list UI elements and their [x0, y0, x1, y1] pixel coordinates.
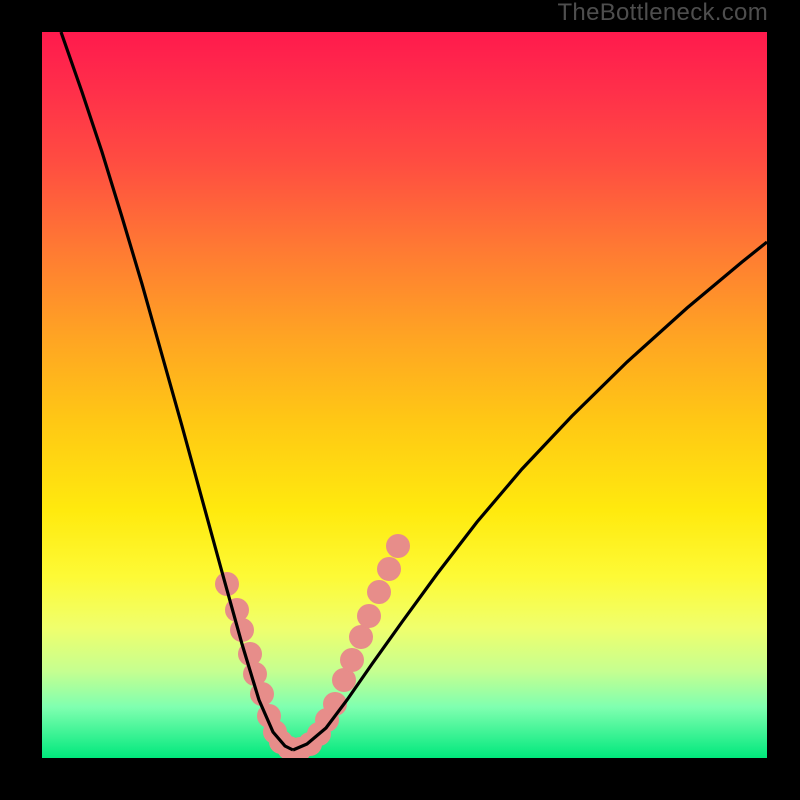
marker-dot — [367, 580, 391, 604]
marker-dot — [357, 604, 381, 628]
marker-dot — [377, 557, 401, 581]
curve-right-arm — [293, 242, 767, 750]
plot-area — [42, 32, 767, 758]
marker-dot — [340, 648, 364, 672]
marker-dot — [349, 625, 373, 649]
watermark-text: TheBottleneck.com — [557, 0, 768, 27]
marker-dot — [386, 534, 410, 558]
curve-left-arm — [61, 32, 293, 750]
curves-layer — [42, 32, 767, 758]
